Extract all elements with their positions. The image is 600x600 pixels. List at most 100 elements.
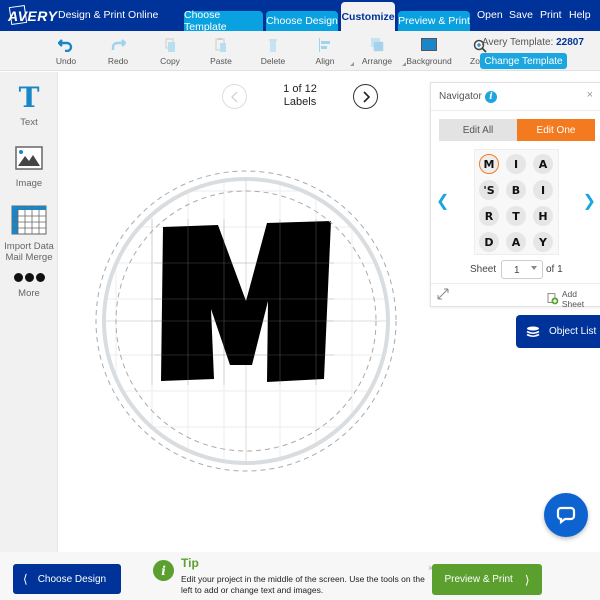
arrange-icon [371,38,384,52]
open-link[interactable]: Open [477,9,503,21]
label-canvas[interactable] [94,169,398,473]
thumbnail-grid: M I A 'S B I R T H D A Y [474,149,559,255]
label-thumbnail[interactable]: A [533,154,553,174]
label-thumbnail[interactable]: H [533,206,553,226]
undo-icon [58,39,73,52]
sidebar-text-label: Text [20,117,38,128]
object-list-button[interactable]: Object List [516,315,600,348]
sidebar-item-more[interactable]: More [0,273,58,299]
redo-button[interactable]: Redo [93,38,143,66]
template-label: Avery Template: 22807 [482,37,584,48]
add-sheet-icon [547,293,559,305]
change-template-button[interactable]: Change Template [480,53,567,69]
delete-button[interactable]: Delete [248,38,298,66]
sheet-label: Sheet [470,264,497,275]
label-thumbnail[interactable]: R [479,206,499,226]
tip-title: Tip [181,556,199,570]
sidebar-more-label: More [18,288,40,299]
chevron-left-icon: ⟨ [23,572,28,586]
redo-label: Redo [107,56,129,66]
edit-all-button[interactable]: Edit All [439,119,517,141]
edit-one-button[interactable]: Edit One [517,119,595,141]
trash-icon [269,39,277,52]
label-thumbnail[interactable]: 'S [479,180,499,200]
label-svg [95,170,397,472]
paste-button[interactable]: Paste [196,38,246,66]
label-thumbnail[interactable]: D [479,232,499,252]
preview-print-button[interactable]: Preview & Print ⟩ [432,564,542,595]
chat-button[interactable] [544,493,588,537]
align-label: Align [315,56,335,66]
app-name: Design & Print Online [58,9,159,21]
info-icon[interactable]: i [485,91,497,103]
background-icon [421,38,437,51]
add-sheet-label: Add Sheet [561,289,585,309]
copy-button[interactable]: Copy [145,38,195,66]
label-thumbnail[interactable]: A [506,232,526,252]
object-list-label: Object List [549,326,597,337]
pager-count: 1 of 12 [283,83,317,95]
pager-unit: Labels [283,96,317,108]
app-root: AVERY Design & Print Online Choose Templ… [0,0,600,600]
tab-choose-template[interactable]: Choose Template [184,9,263,33]
avery-logo[interactable]: AVERY [8,4,58,26]
divider [431,283,600,284]
choose-design-label: Choose Design [37,573,107,585]
sidebar-item-text[interactable]: T Text [0,84,58,129]
background-button[interactable]: Background [404,38,454,66]
tab-customize[interactable]: Customize [341,2,395,31]
undo-button[interactable]: Undo [41,38,91,66]
template-number: 22807 [556,37,584,48]
paste-icon [215,38,226,52]
arrange-button[interactable]: Arrange [352,38,406,66]
save-link[interactable]: Save [509,9,533,21]
add-sheet-button[interactable]: Add Sheet [547,289,600,309]
align-button[interactable]: Align [300,38,354,66]
choose-design-button[interactable]: ⟨ Choose Design [13,564,121,594]
next-label-button[interactable] [353,84,378,109]
label-thumbnail[interactable]: T [506,206,526,226]
prev-label-button[interactable] [222,84,247,109]
navigator-panel: Navigator i × Edit All Edit One ❮ ❯ M I A '… [430,82,600,309]
logo-text: AVERY [8,8,58,24]
chevron-down-icon [531,266,537,270]
copy-label: Copy [160,56,180,66]
close-icon[interactable]: × [587,89,593,101]
layers-icon [526,326,540,337]
navigator-prev-icon[interactable]: ❮ [436,191,449,211]
sidebar-item-image[interactable]: Image [0,146,58,189]
paste-label: Paste [210,56,232,66]
image-icon [15,146,43,170]
sidebar-image-label: Image [15,178,43,189]
label-thumbnail[interactable]: B [506,180,526,200]
preview-print-label: Preview & Print [444,574,513,585]
tip-text: Edit your project in the middle of the s… [181,574,425,595]
align-icon [319,38,330,52]
help-link[interactable]: Help [569,9,591,21]
label-thumbnail[interactable]: I [506,154,526,174]
background-label: Background [406,56,452,66]
sheet-of: of 1 [546,264,563,275]
print-link[interactable]: Print [540,9,562,21]
sheet-select[interactable]: 1 [501,260,543,279]
zoom-label: Zo [470,56,480,66]
navigator-next-icon[interactable]: ❯ [583,191,596,211]
sidebar-item-import-data[interactable]: Import Data Mail Merge [0,205,58,263]
label-thumbnail[interactable]: Y [533,232,553,252]
chevron-right-icon [362,90,370,103]
tab-preview-print[interactable]: Preview & Print [398,11,470,31]
divider [431,110,600,111]
arrange-label: Arrange [361,56,393,66]
redo-icon [111,39,126,50]
pager-text: 1 of 12 Labels [252,83,348,109]
tip-info-icon: i [153,560,174,581]
delete-label: Delete [260,56,286,66]
expand-icon[interactable] [437,288,449,300]
label-thumbnail[interactable]: M [479,154,499,174]
copy-icon [165,38,175,52]
sheet-row: Sheet 1 of 1 [431,260,600,280]
tab-choose-design[interactable]: Choose Design [266,11,338,31]
chevron-right-icon: ⟩ [524,572,530,587]
label-thumbnail[interactable]: I [533,180,553,200]
more-icon [0,273,58,282]
